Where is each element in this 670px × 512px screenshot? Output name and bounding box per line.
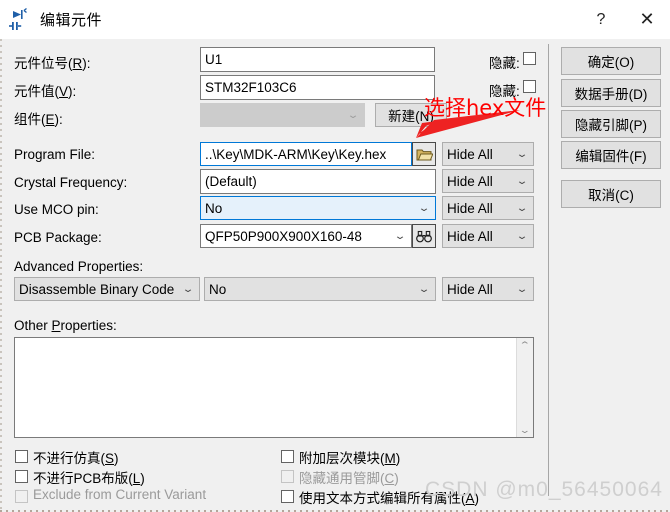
component-edit-icon xyxy=(8,7,34,33)
hide-pins-button[interactable]: 隐藏引脚(P) xyxy=(561,110,661,138)
crystal-frequency-hide-value: Hide All xyxy=(447,173,493,189)
use-mco-pin-combo[interactable]: No ⌄ xyxy=(200,196,436,220)
program-file-label: Program File: xyxy=(14,147,96,162)
advanced-properties-label: Advanced Properties: xyxy=(14,259,144,274)
no-pcb-layout-label: 不进行PCB布版(L) xyxy=(33,471,145,486)
use-mco-pin-hide-combo[interactable]: Hide All ⌄ xyxy=(442,196,534,220)
other-properties-label: Other Properties: xyxy=(14,318,117,333)
pcb-package-combo[interactable]: QFP50P900X900X160-48 ⌄ xyxy=(200,224,412,248)
designator-input[interactable]: U1 xyxy=(200,47,435,72)
title-bar: 编辑元件 ? ✕ xyxy=(0,0,670,39)
designator-value: U1 xyxy=(205,52,223,67)
value-input[interactable]: STM32F103C6 xyxy=(200,75,435,100)
binoculars-icon xyxy=(416,230,432,242)
edit-all-as-text-checkbox[interactable] xyxy=(281,490,294,503)
scroll-down-icon[interactable]: ⌄ xyxy=(519,423,531,437)
cancel-button[interactable]: 取消(C) xyxy=(561,180,661,208)
crystal-frequency-input[interactable]: (Default) xyxy=(200,169,436,194)
folder-open-icon xyxy=(416,149,433,160)
element-label: 组件(E): xyxy=(14,112,63,127)
annotation-text: 选择hex文件 xyxy=(424,96,547,120)
value-label: 元件值(V): xyxy=(14,84,77,99)
chevron-down-icon: ⌄ xyxy=(515,283,529,295)
chevron-down-icon: ⌄ xyxy=(515,175,529,187)
chevron-down-icon: ⌄ xyxy=(393,230,407,242)
textarea-scrollbar[interactable]: ⌃ ⌄ xyxy=(516,338,533,437)
attach-hierarchy-label: 附加层次模块(M) xyxy=(299,451,401,466)
no-pcb-layout-checkbox[interactable] xyxy=(15,470,28,483)
advanced-setting-value: No xyxy=(209,281,227,297)
no-simulation-checkbox[interactable] xyxy=(15,450,28,463)
chevron-down-icon: ⌄ xyxy=(417,202,431,214)
chevron-down-icon: ⌄ xyxy=(515,230,529,242)
use-mco-pin-hide-value: Hide All xyxy=(447,200,493,216)
pcb-package-hide-value: Hide All xyxy=(447,228,493,244)
exclude-variant-label: Exclude from Current Variant xyxy=(33,487,207,502)
no-simulation-label: 不进行仿真(S) xyxy=(33,451,119,466)
designator-label: 元件位号(R): xyxy=(14,56,91,71)
other-properties-textarea[interactable]: ⌃ ⌄ xyxy=(14,337,534,438)
element-combo[interactable]: ⌄ xyxy=(200,103,365,127)
designator-hide-label: 隐藏: xyxy=(489,56,520,71)
pcb-package-search-button[interactable] xyxy=(412,224,436,248)
crystal-frequency-label: Crystal Frequency: xyxy=(14,175,128,190)
pcb-package-value: QFP50P900X900X160-48 xyxy=(205,228,362,244)
dialog-window: 编辑元件 ? ✕ 元件位号(R): U1 隐藏: 元件值(V): STM32F1… xyxy=(0,0,670,512)
hide-common-pins-checkbox xyxy=(281,470,294,483)
program-file-input[interactable]: ..\Key\MDK-ARM\Key\Key.hex xyxy=(200,142,412,166)
crystal-frequency-value: (Default) xyxy=(205,174,257,189)
use-mco-pin-label: Use MCO pin: xyxy=(14,202,99,217)
chevron-down-icon: ⌄ xyxy=(346,109,360,121)
exclude-variant-checkbox xyxy=(15,490,28,503)
help-button[interactable]: ? xyxy=(578,0,624,39)
designator-hide-checkbox[interactable] xyxy=(523,52,536,65)
advanced-property-combo[interactable]: Disassemble Binary Code ⌄ xyxy=(14,277,200,301)
watermark: CSDN @m0_56450064 xyxy=(425,478,663,501)
attach-hierarchy-checkbox[interactable] xyxy=(281,450,294,463)
pcb-package-hide-combo[interactable]: Hide All ⌄ xyxy=(442,224,534,248)
chevron-down-icon: ⌄ xyxy=(417,283,431,295)
advanced-hide-combo[interactable]: Hide All ⌄ xyxy=(442,277,534,301)
advanced-property-value: Disassemble Binary Code xyxy=(19,281,175,297)
chevron-down-icon: ⌄ xyxy=(181,283,195,295)
crystal-frequency-hide-combo[interactable]: Hide All ⌄ xyxy=(442,169,534,193)
program-file-value: ..\Key\MDK-ARM\Key\Key.hex xyxy=(205,146,387,162)
value-text: STM32F103C6 xyxy=(205,80,297,95)
hide-common-pins-label: 隐藏通用管脚(C) xyxy=(299,471,399,486)
ok-button[interactable]: 确定(O) xyxy=(561,47,661,75)
left-dotted-edge xyxy=(0,39,2,512)
close-button[interactable]: ✕ xyxy=(624,0,670,39)
advanced-setting-combo[interactable]: No ⌄ xyxy=(204,277,436,301)
chevron-down-icon: ⌄ xyxy=(515,148,529,160)
scroll-up-icon[interactable]: ⌃ xyxy=(519,338,531,352)
program-file-hide-value: Hide All xyxy=(447,146,493,162)
panel-separator xyxy=(548,44,549,496)
use-mco-pin-value: No xyxy=(205,200,223,216)
window-title: 编辑元件 xyxy=(40,12,103,29)
datasheet-button[interactable]: 数据手册(D) xyxy=(561,79,661,107)
edit-firmware-button[interactable]: 编辑固件(F) xyxy=(561,141,661,169)
chevron-down-icon: ⌄ xyxy=(515,202,529,214)
advanced-hide-value: Hide All xyxy=(447,281,493,297)
pcb-package-label: PCB Package: xyxy=(14,230,102,245)
